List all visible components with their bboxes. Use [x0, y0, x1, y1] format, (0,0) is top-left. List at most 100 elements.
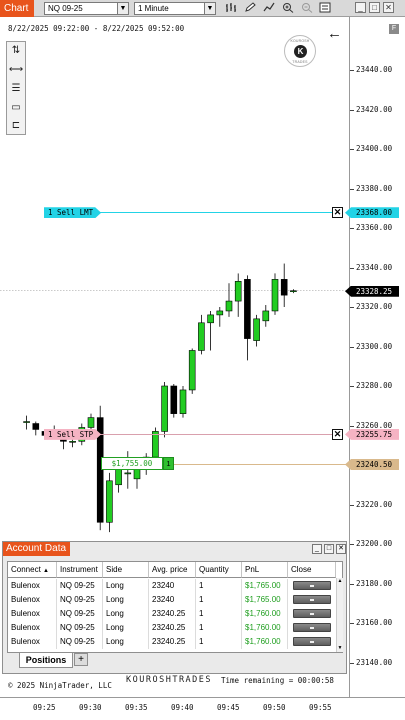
panel-close-button[interactable]: ✕: [336, 544, 346, 554]
close-position-button[interactable]: [293, 581, 331, 590]
table-cell: $1,765.00: [242, 593, 288, 607]
grid-scrollbar[interactable]: ▲ ▼: [336, 578, 343, 652]
stop-order-label[interactable]: 1 Sell STP: [44, 429, 101, 440]
stop-order-line[interactable]: [95, 433, 335, 435]
line-tool-icon[interactable]: ⟷: [7, 61, 25, 79]
column-header-connect[interactable]: Connect ▲: [8, 562, 57, 578]
column-header-avg-price[interactable]: Avg. price: [149, 562, 196, 578]
pencil-icon[interactable]: [243, 2, 257, 15]
price-tick-mark: [350, 188, 354, 190]
account-data-panel: Account Data _ □ ✕ Connect ▲ Instrument …: [2, 541, 347, 674]
table-cell: 23240.25: [149, 621, 196, 635]
horizontal-lines-icon[interactable]: ☰: [7, 80, 25, 98]
price-tick-mark: [350, 583, 354, 585]
close-position-button[interactable]: [293, 609, 331, 618]
scroll-down-icon[interactable]: ▼: [337, 645, 343, 652]
properties-icon[interactable]: [318, 2, 332, 15]
table-cell: 1: [196, 593, 242, 607]
close-position-button[interactable]: [293, 637, 331, 646]
column-header-quantity[interactable]: Quantity: [196, 562, 242, 578]
price-tick-label: 23340.00: [356, 262, 393, 272]
f-button[interactable]: F: [389, 24, 399, 34]
instrument-selector[interactable]: NQ 09-25 ▼: [44, 2, 129, 15]
candle-up: [216, 310, 224, 316]
candle-up: [133, 468, 141, 480]
chevron-down-icon[interactable]: ▼: [117, 3, 128, 14]
price-tick-mark: [350, 149, 354, 150]
price-tick-label: 23280.00: [356, 381, 393, 390]
price-tick-mark: [350, 346, 354, 348]
close-position-button[interactable]: [293, 623, 331, 632]
bar-type-icon[interactable]: [224, 2, 238, 15]
price-tick-label: 23300.00: [356, 341, 393, 351]
price-tick-label: 23440.00: [356, 65, 393, 74]
candle-down: [244, 279, 251, 339]
candle-up: [124, 472, 132, 475]
table-cell: $1,760.00: [242, 621, 288, 635]
cancel-stop-order-icon[interactable]: ✕: [332, 428, 343, 440]
table-cell: 1: [196, 579, 242, 593]
copyright-text: © 2025 NinjaTrader, LLC: [8, 681, 112, 690]
sort-arrows-icon[interactable]: ⇅: [7, 42, 25, 60]
brand-watermark: KOUROSHTRADES: [126, 675, 213, 685]
position-pnl-label[interactable]: $1,755.00: [101, 457, 163, 470]
close-button[interactable]: ✕: [383, 2, 394, 13]
candle-up: [179, 389, 187, 414]
price-tick-label: 23400.00: [356, 144, 393, 153]
table-cell: 23240.25: [149, 635, 196, 649]
price-tick-mark: [350, 386, 354, 387]
chevron-down-icon[interactable]: ▼: [204, 3, 215, 14]
table-cell: $1,765.00: [242, 579, 288, 593]
column-header-close[interactable]: Close: [288, 562, 336, 578]
position-quantity[interactable]: 1: [163, 457, 174, 470]
time-axis[interactable]: [0, 697, 405, 720]
price-axis[interactable]: [350, 17, 405, 697]
tab-positions[interactable]: Positions: [19, 653, 73, 668]
rectangle-tool-icon[interactable]: ▭: [7, 99, 25, 117]
close-position-button[interactable]: [293, 595, 331, 604]
table-cell: Long: [103, 579, 149, 593]
table-cell: Bulenox: [8, 607, 57, 621]
logo-letter: K: [294, 45, 307, 58]
scroll-up-icon[interactable]: ▲: [337, 578, 343, 585]
table-cell: NQ 09-25: [57, 621, 103, 635]
candle-up: [198, 322, 205, 351]
table-cell: 1: [196, 621, 242, 635]
close-position-dot-icon: [310, 613, 314, 615]
time-tick-label: 09:25: [33, 703, 56, 712]
strategy-icon[interactable]: [262, 2, 276, 15]
candle-up: [152, 431, 159, 458]
table-cell: 1: [196, 635, 242, 649]
zoom-out-icon[interactable]: [300, 2, 314, 15]
last-price-marker: 23328.25: [345, 285, 399, 297]
interval-selector[interactable]: 1 Minute ▼: [134, 2, 216, 15]
minimize-button[interactable]: _: [355, 2, 366, 13]
limit-order-line[interactable]: [95, 212, 335, 214]
add-tab-button[interactable]: +: [74, 653, 88, 666]
close-position-dot-icon: [310, 627, 314, 629]
table-cell: $1,760.00: [242, 607, 288, 621]
candle-down: [170, 385, 178, 414]
average-price-line: [174, 464, 346, 465]
column-header-pnl[interactable]: PnL: [242, 562, 288, 578]
table-cell: Long: [103, 635, 149, 649]
table-cell: NQ 09-25: [57, 635, 103, 649]
candle-up: [225, 300, 233, 312]
table-cell: Bulenox: [8, 593, 57, 607]
candle-down: [280, 279, 288, 296]
chart-tab[interactable]: Chart: [0, 0, 34, 17]
price-tick-mark: [350, 109, 354, 111]
back-arrow-icon[interactable]: ←: [327, 25, 342, 42]
cancel-limit-order-icon[interactable]: ✕: [332, 207, 343, 219]
limit-order-label[interactable]: 1 Sell LMT: [44, 207, 101, 218]
table-cell: NQ 09-25: [57, 593, 103, 607]
column-header-side[interactable]: Side: [103, 562, 149, 578]
panel-maximize-button[interactable]: □: [324, 544, 334, 554]
price-tick-mark: [350, 267, 354, 269]
panel-minimize-button[interactable]: _: [312, 544, 322, 554]
zoom-in-icon[interactable]: [281, 2, 295, 15]
tag-tool-icon[interactable]: ⊏: [7, 117, 25, 135]
account-data-title[interactable]: Account Data: [3, 542, 70, 556]
column-header-instrument[interactable]: Instrument: [57, 562, 103, 578]
maximize-button[interactable]: □: [369, 2, 380, 13]
